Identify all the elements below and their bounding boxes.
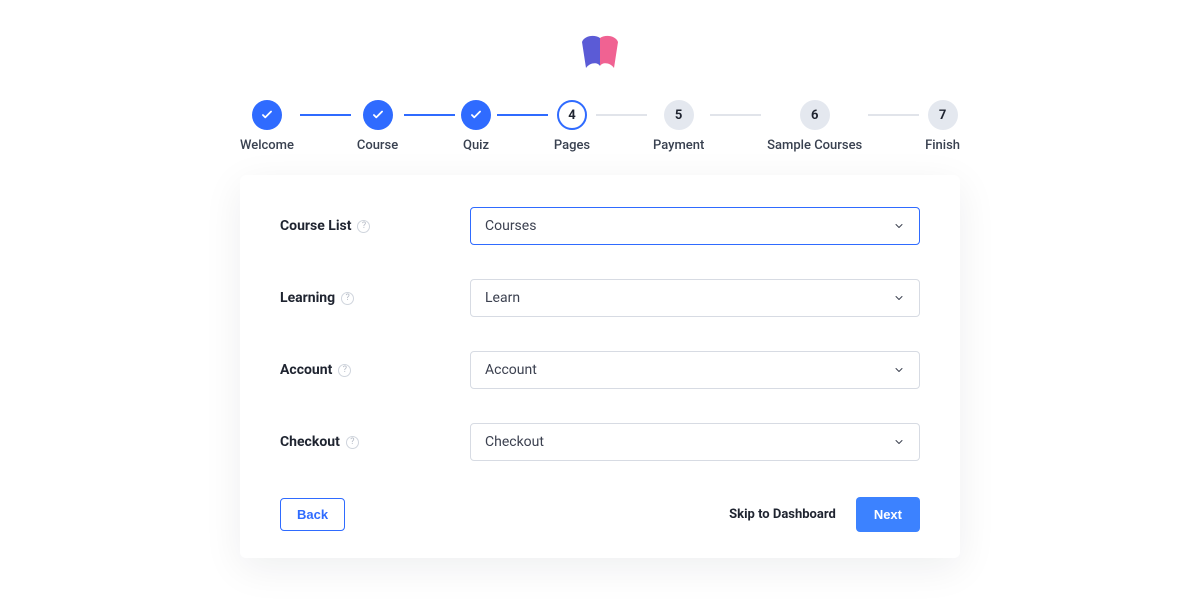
- step-connector: [868, 114, 919, 116]
- stepper: Welcome Course Quiz 4 Pages 5 Payment 6 …: [240, 100, 960, 153]
- learning-select[interactable]: Learn: [470, 279, 920, 317]
- field-label-wrap: Course List ?: [280, 218, 470, 234]
- step-quiz[interactable]: Quiz: [461, 100, 491, 153]
- step-connector: [710, 114, 761, 116]
- field-label-wrap: Checkout ?: [280, 434, 470, 450]
- form-panel: Course List ? Courses Learning ? Learn A…: [240, 175, 960, 558]
- step-finish[interactable]: 7 Finish: [925, 100, 960, 153]
- select-value: Learn: [485, 290, 520, 306]
- check-icon: [363, 100, 393, 130]
- account-select[interactable]: Account: [470, 351, 920, 389]
- panel-footer: Back Skip to Dashboard Next: [280, 497, 920, 532]
- chevron-down-icon: [893, 364, 905, 376]
- step-connector: [497, 114, 548, 116]
- field-label: Account: [280, 362, 332, 378]
- step-connector: [404, 114, 455, 116]
- step-label: Payment: [653, 138, 704, 153]
- chevron-down-icon: [893, 436, 905, 448]
- select-value: Courses: [485, 218, 536, 234]
- help-icon[interactable]: ?: [341, 292, 354, 305]
- check-icon: [252, 100, 282, 130]
- step-welcome[interactable]: Welcome: [240, 100, 294, 153]
- step-label: Course: [357, 138, 398, 153]
- step-connector: [300, 114, 351, 116]
- next-button[interactable]: Next: [856, 497, 920, 532]
- app-logo: [576, 28, 624, 76]
- step-label: Sample Courses: [767, 138, 862, 153]
- step-course[interactable]: Course: [357, 100, 398, 153]
- select-value: Account: [485, 362, 537, 378]
- row-checkout: Checkout ? Checkout: [280, 423, 920, 461]
- step-connector: [596, 114, 647, 116]
- step-number: 5: [664, 100, 694, 130]
- chevron-down-icon: [893, 220, 905, 232]
- field-label: Checkout: [280, 434, 340, 450]
- step-number: 7: [928, 100, 958, 130]
- chevron-down-icon: [893, 292, 905, 304]
- field-label: Course List: [280, 218, 351, 234]
- step-label: Pages: [554, 138, 590, 153]
- help-icon[interactable]: ?: [338, 364, 351, 377]
- row-learning: Learning ? Learn: [280, 279, 920, 317]
- field-label-wrap: Learning ?: [280, 290, 470, 306]
- footer-right: Skip to Dashboard Next: [729, 497, 920, 532]
- check-icon: [461, 100, 491, 130]
- step-label: Finish: [925, 138, 960, 153]
- step-pages[interactable]: 4 Pages: [554, 100, 590, 153]
- checkout-select[interactable]: Checkout: [470, 423, 920, 461]
- step-number: 6: [800, 100, 830, 130]
- help-icon[interactable]: ?: [357, 220, 370, 233]
- step-label: Quiz: [463, 138, 489, 153]
- course-list-select[interactable]: Courses: [470, 207, 920, 245]
- step-sample-courses[interactable]: 6 Sample Courses: [767, 100, 862, 153]
- field-label: Learning: [280, 290, 335, 306]
- step-label: Welcome: [240, 138, 294, 153]
- step-number: 4: [557, 100, 587, 130]
- step-payment[interactable]: 5 Payment: [653, 100, 704, 153]
- select-value: Checkout: [485, 434, 544, 450]
- skip-link[interactable]: Skip to Dashboard: [729, 507, 836, 522]
- back-button[interactable]: Back: [280, 498, 345, 531]
- row-course-list: Course List ? Courses: [280, 207, 920, 245]
- field-label-wrap: Account ?: [280, 362, 470, 378]
- help-icon[interactable]: ?: [346, 436, 359, 449]
- row-account: Account ? Account: [280, 351, 920, 389]
